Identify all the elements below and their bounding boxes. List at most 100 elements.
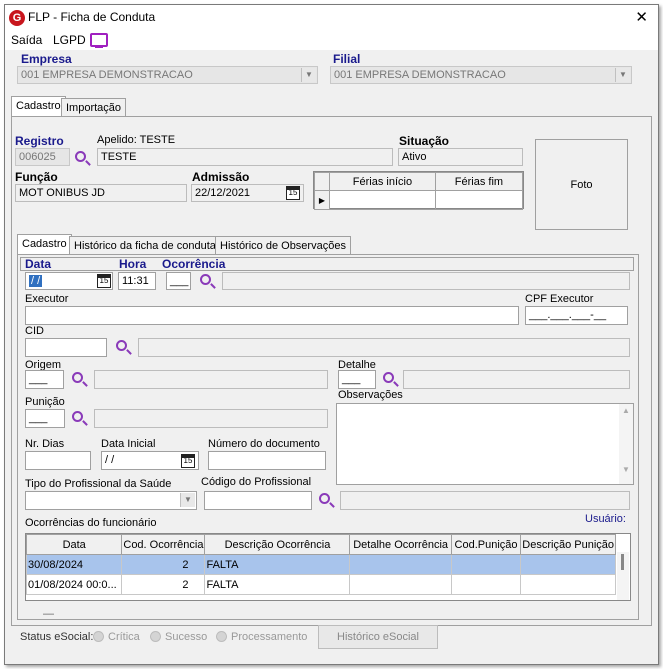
col-cod-punicao[interactable]: Cod.Punição — [450, 534, 522, 555]
registro-label: Registro — [15, 134, 64, 148]
search-icon[interactable] — [75, 151, 86, 162]
registro-field[interactable]: 006025 — [15, 148, 70, 166]
subtab-historico-observacoes[interactable]: Histórico de Observações — [215, 236, 351, 254]
funcao-label: Função — [15, 170, 58, 184]
detalhe-desc-field — [403, 370, 630, 389]
calendar-icon[interactable]: 15 — [286, 186, 300, 200]
search-icon[interactable] — [200, 274, 211, 285]
col-descricao-punicao[interactable]: Descrição Punição — [520, 534, 616, 555]
admissao-label: Admissão — [192, 170, 250, 184]
app-logo-icon: G — [9, 10, 25, 26]
ferias-fim-cell[interactable] — [434, 190, 524, 210]
cpf-executor-field[interactable]: ___.___.___-__ — [525, 306, 628, 325]
situacao-field: Ativo — [398, 148, 523, 166]
grid-scroll-thumb[interactable] — [621, 554, 624, 570]
observacoes-scrollbar[interactable]: ▲ ▼ — [619, 404, 633, 484]
admissao-value: 22/12/2021 — [195, 187, 251, 199]
cell-descricao: FALTA — [204, 574, 351, 595]
origem-field[interactable]: ___ — [25, 370, 64, 389]
cell-cod: 2 — [121, 574, 206, 595]
scroll-up-icon: ▲ — [622, 406, 630, 415]
menu-lgpd[interactable]: LGPD — [53, 33, 86, 47]
search-icon[interactable] — [319, 493, 330, 504]
data-inicial-label: Data Inicial — [101, 438, 156, 450]
col-descricao-ocorrencia[interactable]: Descrição Ocorrência — [204, 534, 351, 555]
observacoes-label: Observações — [338, 389, 403, 401]
photo-box[interactable]: Foto — [535, 139, 628, 230]
cell-cod: 2 — [121, 554, 206, 575]
row-pointer-icon: ▶ — [314, 190, 330, 210]
search-icon[interactable] — [116, 340, 127, 351]
cid-field[interactable] — [25, 338, 107, 357]
cell-data: 01/08/2024 00:0... — [26, 574, 123, 595]
tipo-profissional-select[interactable]: ▼ — [25, 491, 197, 510]
situacao-label: Situação — [399, 134, 450, 148]
col-detalhe-ocorrencia[interactable]: Detalhe Ocorrência — [349, 534, 452, 555]
hora-field[interactable]: 11:31 — [118, 272, 156, 290]
ocorrencia-field[interactable]: ___ — [166, 272, 191, 290]
punicao-field[interactable]: ___ — [25, 409, 65, 428]
ferias-inicio-cell[interactable] — [329, 190, 436, 210]
historico-esocial-button[interactable]: Histórico eSocial — [318, 625, 438, 649]
scroll-down-icon: ▼ — [622, 465, 630, 474]
cell-descricao: FALTA — [204, 554, 351, 575]
data-label: Data — [25, 257, 52, 271]
table-row[interactable]: 30/08/2024 2 FALTA — [26, 554, 616, 575]
radio-critica[interactable] — [93, 631, 104, 642]
window-title: FLP - Ficha de Conduta — [28, 10, 156, 24]
cell-detalhe — [349, 574, 452, 595]
data-value: / / — [29, 275, 43, 287]
filial-label: Filial — [333, 52, 361, 66]
usuario-label: Usuário: — [585, 513, 626, 525]
ocorrencias-label: Ocorrências do funcionário — [25, 517, 157, 529]
ferias-corner — [314, 172, 330, 191]
subtab-historico-ficha[interactable]: Histórico da ficha de conduta — [69, 236, 221, 254]
cpf-executor-label: CPF Executor — [525, 293, 594, 305]
close-button[interactable]: ✕ — [635, 8, 648, 26]
chevron-down-icon: ▼ — [615, 68, 630, 82]
calendar-icon[interactable]: 15 — [97, 274, 111, 288]
chevron-down-icon: ▼ — [301, 68, 316, 82]
search-icon[interactable] — [72, 372, 83, 383]
radio-sucesso[interactable] — [150, 631, 161, 642]
observacoes-textarea[interactable]: ▲ ▼ — [336, 403, 634, 485]
punicao-label: Punição — [25, 396, 65, 408]
numero-documento-field[interactable] — [208, 451, 326, 470]
chevron-down-icon: ▼ — [180, 493, 195, 507]
ocorrencia-desc-field — [222, 272, 630, 290]
filial-value: 001 EMPRESA DEMONSTRACAO — [334, 69, 506, 81]
apelido-label: Apelido: TESTE — [97, 134, 176, 146]
tab-cadastro[interactable]: Cadastro — [11, 96, 66, 116]
filial-select[interactable]: 001 EMPRESA DEMONSTRACAO ▼ — [330, 66, 632, 84]
col-data[interactable]: Data — [26, 534, 123, 555]
hora-label: Hora — [119, 257, 147, 271]
status-esocial-label: Status eSocial: — [20, 631, 94, 643]
radio-processamento[interactable] — [216, 631, 227, 642]
table-row[interactable]: 01/08/2024 00:0... 2 FALTA — [26, 574, 616, 595]
ocorrencia-label: Ocorrência — [162, 257, 226, 271]
nr-dias-field[interactable] — [25, 451, 91, 470]
grid-scrollbar[interactable] — [617, 552, 629, 600]
subtab-cadastro[interactable]: Cadastro — [17, 234, 72, 254]
search-icon[interactable] — [383, 372, 394, 383]
menu-saida[interactable]: Saída — [11, 33, 42, 47]
monitor-icon[interactable] — [90, 33, 108, 48]
ocorrencias-grid: Data Cod. Ocorrência Descrição Ocorrênci… — [25, 533, 631, 601]
search-icon[interactable] — [72, 411, 83, 422]
codigo-profissional-label: Código do Profissional — [201, 476, 312, 488]
nr-dias-label: Nr. Dias — [25, 438, 65, 450]
calendar-icon[interactable]: 15 — [181, 454, 195, 468]
grid-footer-mark: — — [43, 608, 54, 620]
empresa-value: 001 EMPRESA DEMONSTRACAO — [21, 69, 193, 81]
tab-importacao[interactable]: Importação — [61, 98, 127, 116]
detalhe-field[interactable]: ___ — [338, 370, 376, 389]
codigo-profissional-field[interactable] — [204, 491, 312, 510]
cell-data: 30/08/2024 — [26, 554, 123, 575]
ferias-table: Férias início Férias fim ▶ — [313, 171, 524, 210]
empresa-select[interactable]: 001 EMPRESA DEMONSTRACAO ▼ — [17, 66, 318, 84]
ficha-conduta-window: G FLP - Ficha de Conduta ✕ Saída LGPD Em… — [4, 4, 659, 665]
col-cod-ocorrencia[interactable]: Cod. Ocorrência — [121, 534, 206, 555]
cid-desc-field — [138, 338, 630, 357]
cell-desc-punicao — [520, 574, 616, 595]
executor-field[interactable] — [25, 306, 519, 325]
